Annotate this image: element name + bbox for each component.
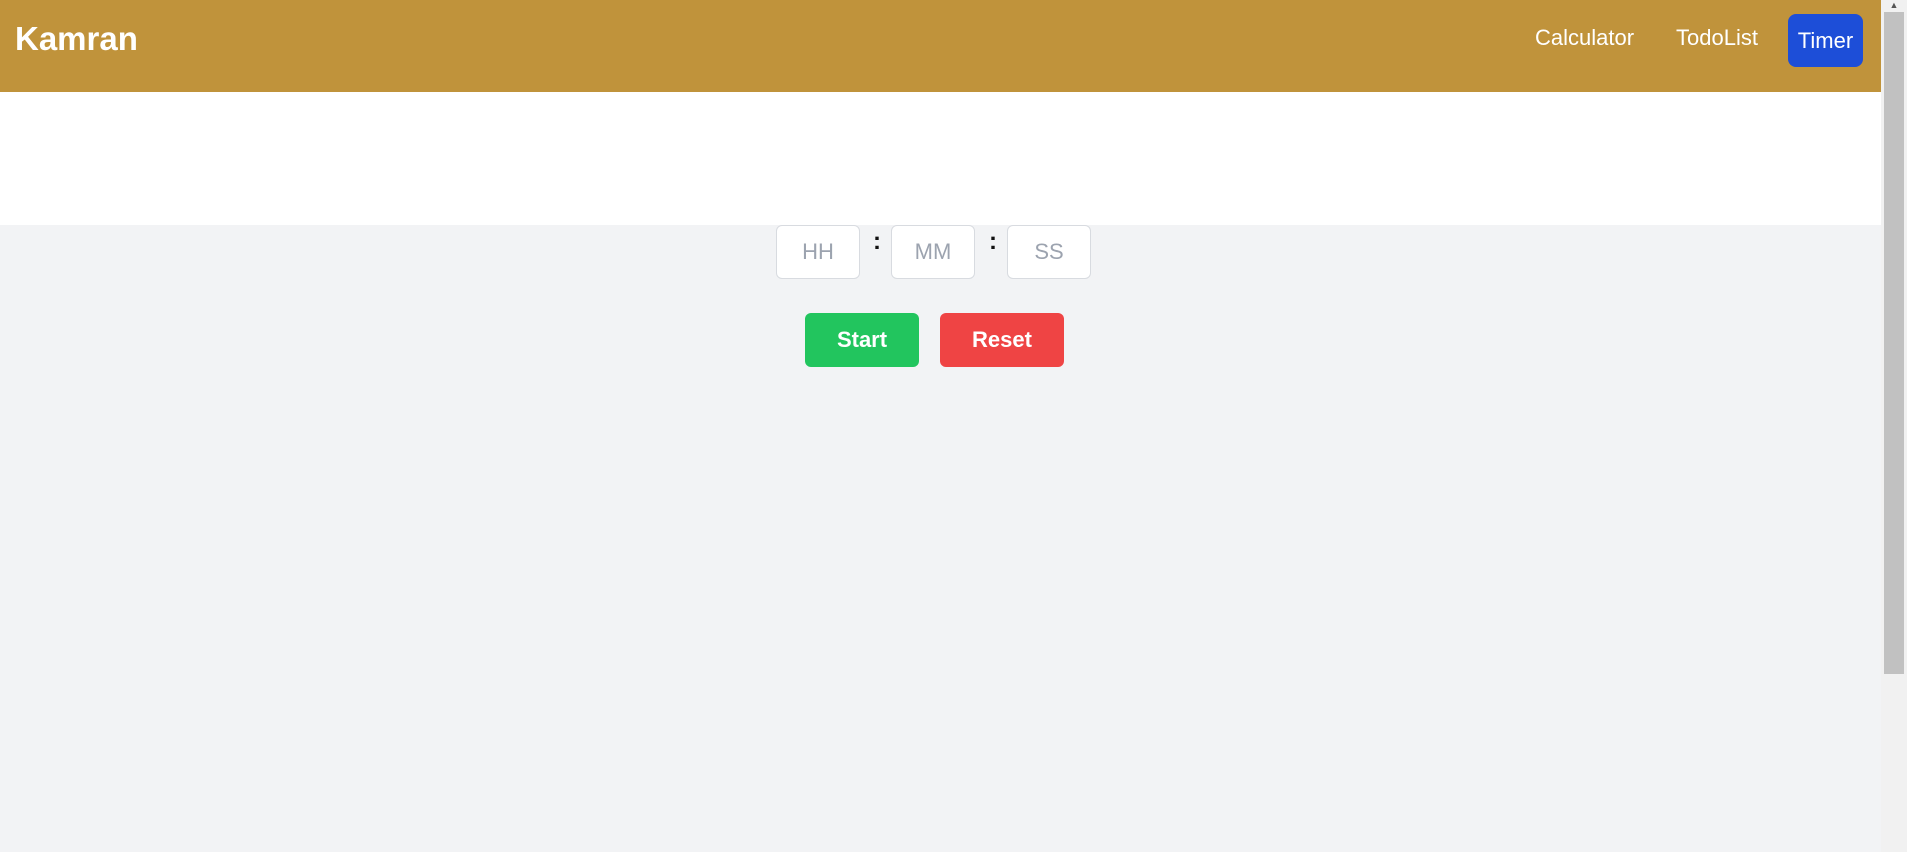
brand-title[interactable]: Kamran (15, 20, 138, 58)
time-separator: : (873, 228, 881, 255)
minutes-input[interactable] (891, 225, 975, 279)
header-spacer (0, 92, 1881, 225)
scrollbar-thumb[interactable] (1884, 12, 1904, 674)
nav-link-timer[interactable]: Timer (1788, 14, 1863, 67)
scroll-up-arrow-icon[interactable]: ▲ (1887, 0, 1901, 10)
nav-link-todolist[interactable]: TodoList (1676, 24, 1758, 52)
nav-link-calculator[interactable]: Calculator (1535, 24, 1634, 52)
time-separator: : (989, 228, 997, 255)
seconds-input[interactable] (1007, 225, 1091, 279)
top-navbar: Kamran Calculator TodoList Timer (0, 0, 1881, 92)
hours-input[interactable] (776, 225, 860, 279)
start-button[interactable]: Start (805, 313, 919, 367)
reset-button[interactable]: Reset (940, 313, 1064, 367)
